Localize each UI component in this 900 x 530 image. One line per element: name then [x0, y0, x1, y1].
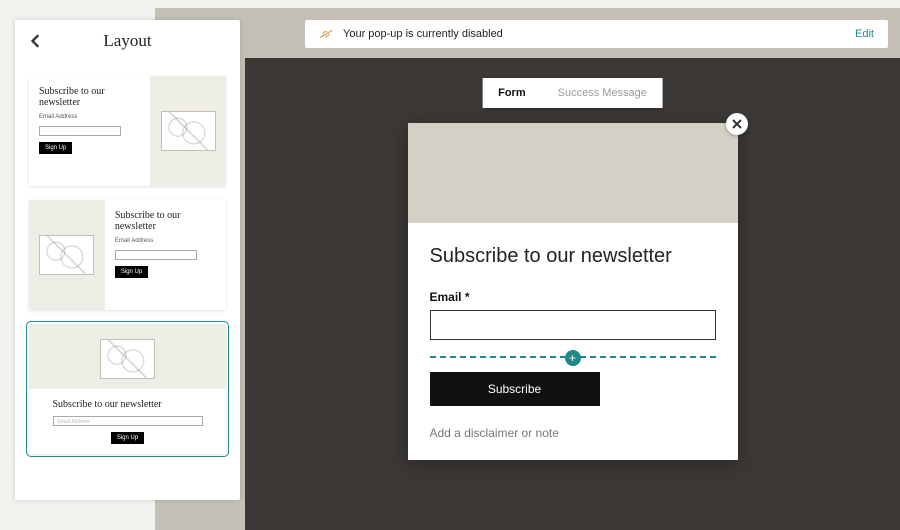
popup-preview: Subscribe to our newsletter Email * + Su…	[408, 123, 738, 460]
card-sublabel: Email Address	[39, 114, 140, 120]
required-mark: *	[465, 290, 470, 304]
card-button-preview: Sign Up	[111, 432, 144, 444]
page-backdrop: Form Success Message Subscribe to our ne…	[245, 58, 900, 530]
card-title: Subscribe to our newsletter	[115, 210, 216, 232]
field-label: Email *	[430, 290, 716, 304]
add-block-icon[interactable]: +	[565, 350, 581, 366]
card-title: Subscribe to our newsletter	[53, 399, 203, 410]
edit-link[interactable]: Edit	[855, 28, 874, 40]
panel-header: Layout	[15, 20, 240, 62]
disclaimer-text[interactable]: Add a disclaimer or note	[430, 426, 716, 440]
card-input-preview	[115, 250, 197, 260]
email-input[interactable]	[430, 310, 716, 340]
layout-options: Subscribe to our newsletter Email Addres…	[15, 62, 240, 500]
placeholder-image-icon	[39, 235, 94, 275]
status-message: Your pop-up is currently disabled	[343, 28, 503, 40]
card-button-preview: Sign Up	[115, 266, 148, 278]
panel-title: Layout	[103, 31, 151, 51]
card-sublabel: Email Address	[115, 238, 216, 244]
popup-heading[interactable]: Subscribe to our newsletter	[430, 245, 716, 268]
canvas: Your pop-up is currently disabled Edit F…	[155, 8, 900, 530]
close-icon[interactable]	[726, 113, 748, 135]
layout-option-image-right[interactable]: Subscribe to our newsletter Email Addres…	[29, 76, 226, 186]
back-button[interactable]	[29, 20, 43, 62]
card-input-preview: Email Address	[53, 416, 203, 426]
status-bar: Your pop-up is currently disabled Edit	[305, 20, 888, 48]
unlink-icon	[319, 29, 333, 39]
card-input-preview	[39, 126, 121, 136]
tab-success-message[interactable]: Success Message	[542, 78, 663, 108]
layout-option-image-left[interactable]: Subscribe to our newsletter Email Addres…	[29, 200, 226, 310]
insert-block-line: +	[430, 356, 716, 358]
card-button-preview: Sign Up	[39, 142, 72, 154]
tab-form[interactable]: Form	[482, 78, 542, 108]
subscribe-button[interactable]: Subscribe	[430, 372, 600, 406]
preview-tabs: Form Success Message	[482, 78, 663, 108]
placeholder-image-icon	[100, 339, 155, 379]
card-title: Subscribe to our newsletter	[39, 86, 140, 108]
layout-option-image-top[interactable]: Subscribe to our newsletter Email Addres…	[29, 324, 226, 454]
popup-image-placeholder[interactable]	[408, 123, 738, 223]
layout-panel: Layout Subscribe to our newsletter Email…	[15, 20, 240, 500]
placeholder-image-icon	[161, 111, 216, 151]
